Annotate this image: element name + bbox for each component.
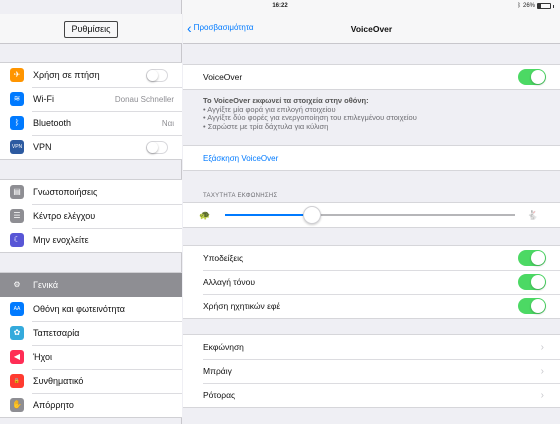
sidebar-item-gear[interactable]: ⚙ Γενικά — [0, 273, 182, 297]
sidebar-item-airplane[interactable]: ✈ Χρήση σε πτήση — [0, 63, 182, 87]
speaking-rate-cell: 🐢 🐇 — [183, 202, 560, 228]
speaking-rate-slider[interactable]: 🐢 🐇 — [183, 203, 560, 227]
privacy-icon: ✋ — [10, 398, 24, 412]
chevron-right-icon: › — [540, 341, 544, 353]
sidebar-item-label: Wi-Fi — [33, 94, 54, 104]
sidebar-item-label: Χρήση σε πτήση — [33, 70, 100, 80]
settings-link-label: Μπράιγ — [203, 366, 232, 376]
voiceover-panel: ‹ Προσβασιμότητα VoiceOver VoiceOver Το … — [183, 0, 560, 424]
notifications-icon: ▤ — [10, 185, 24, 199]
slider-track-filled — [225, 214, 312, 216]
sidebar-item-label: Μην ενοχλείτε — [33, 235, 89, 245]
option-row: Υποδείξεις — [183, 246, 560, 270]
sidebar-item-label: Γνωστοποιήσεις — [33, 187, 98, 197]
practice-cell: Εξάσκηση VoiceOver — [183, 145, 560, 171]
wifi-icon: ≋ — [10, 92, 24, 106]
options-links-cell: Εκφώνηση › Μπράιγ › Ρότορας › — [183, 334, 560, 408]
settings-link-row[interactable]: Μπράιγ › — [183, 359, 560, 383]
sidebar-item-label: Ταπετσαρία — [33, 328, 80, 338]
sidebar-item-value: Donau Schneller — [114, 94, 174, 104]
sidebar-item-notifications[interactable]: ▤ Γνωστοποιήσεις — [0, 180, 182, 204]
sidebar-group-general: ⚙ Γενικά AA Οθόνη και φωτεινότητα ✿ Ταπετσαρί… — [0, 272, 182, 418]
passcode-icon: 🔒 — [10, 374, 24, 388]
option-label: Αλλαγή τόνου — [203, 277, 256, 287]
sidebar-item-control-center[interactable]: ☰ Κέντρο ελέγχου — [0, 204, 182, 228]
toggle-switch[interactable] — [146, 140, 168, 154]
turtle-icon: 🐢 — [199, 210, 211, 220]
settings-link-row[interactable]: Εκφώνηση › — [183, 335, 560, 359]
bluetooth-icon: ᛒ — [10, 116, 24, 130]
sidebar-item-moon[interactable]: ☾ Μην ενοχλείτε — [0, 228, 182, 252]
sidebar-item-wifi[interactable]: ≋ Wi-Fi Donau Schneller — [0, 87, 182, 111]
practice-row[interactable]: Εξάσκηση VoiceOver — [183, 146, 560, 170]
sidebar-item-label: Κέντρο ελέγχου — [33, 211, 96, 221]
option-row: Αλλαγή τόνου — [183, 270, 560, 294]
sidebar-header: Ρυθμίσεις — [0, 14, 182, 44]
speaking-rate-caption: ΤΑΧΥΤΗΤΑ ΕΚΦΩΝΗΣΗΣ — [203, 193, 278, 199]
option-row: Χρήση ηχητικών εφέ — [183, 294, 560, 318]
sidebar-item-label: Γενικά — [33, 280, 59, 290]
display-icon: AA — [10, 302, 24, 316]
settings-link-label: Εκφώνηση — [203, 342, 244, 352]
sounds-icon: ◀ — [10, 350, 24, 364]
chevron-right-icon: › — [540, 365, 544, 377]
sidebar-item-label: VPN — [33, 142, 52, 152]
moon-icon: ☾ — [10, 233, 24, 247]
sidebar-item-sounds[interactable]: ◀ Ήχοι — [0, 345, 182, 369]
toggle-switch[interactable] — [146, 68, 168, 82]
option-switch[interactable] — [518, 274, 546, 290]
sidebar-item-label: Bluetooth — [33, 118, 72, 128]
page-title: VoiceOver — [350, 24, 393, 34]
sidebar-group-system: ▤ Γνωστοποιήσεις ☰ Κέντρο ελέγχου ☾ Μην ενοχλ… — [0, 179, 182, 253]
slider-thumb[interactable] — [303, 206, 321, 224]
airplane-icon: ✈ — [10, 68, 24, 82]
sidebar-item-label: Συνθηματικό — [33, 376, 84, 386]
option-label: Χρήση ηχητικών εφέ — [203, 301, 281, 311]
settings-link-row[interactable]: Ρότορας › — [183, 383, 560, 407]
control-center-icon: ☰ — [10, 209, 24, 223]
sidebar-item-privacy[interactable]: ✋ Απόρρητο — [0, 393, 182, 417]
chevron-right-icon: › — [540, 389, 544, 401]
voiceover-switch[interactable] — [518, 69, 546, 85]
option-switch[interactable] — [518, 298, 546, 314]
sidebar-item-bluetooth[interactable]: ᛒ Bluetooth Ναι — [0, 111, 182, 135]
settings-sidebar: Ρυθμίσεις ✈ Χρήση σε πτήση ≋ Wi-Fi Donau Sch… — [0, 0, 182, 424]
voiceover-description: Το VoiceOver εκφωνεί τα στοιχεία στην οθ… — [203, 96, 417, 131]
sidebar-item-vpn[interactable]: VPN VPN — [0, 135, 182, 159]
voiceover-row: VoiceOver — [183, 65, 560, 89]
option-switch[interactable] — [518, 250, 546, 266]
sidebar-item-passcode[interactable]: 🔒 Συνθηματικό — [0, 369, 182, 393]
options-toggle-cell: Υποδείξεις Αλλαγή τόνου Χρήση ηχητικών εφέ — [183, 245, 560, 319]
sidebar-item-value: Ναι — [161, 118, 174, 128]
wallpaper-icon: ✿ — [10, 326, 24, 340]
sidebar-item-display[interactable]: AA Οθόνη και φωτεινότητα — [0, 297, 182, 321]
sidebar-item-label: Ήχοι — [33, 352, 53, 362]
navigation-bar: ‹ Προσβασιμότητα VoiceOver — [183, 14, 560, 44]
sidebar-item-wallpaper[interactable]: ✿ Ταπετσαρία — [0, 321, 182, 345]
vpn-icon: VPN — [10, 140, 24, 154]
slider-track-empty — [312, 214, 515, 216]
hare-icon: 🐇 — [527, 210, 539, 220]
option-label: Υποδείξεις — [203, 253, 244, 263]
sidebar-title: Ρυθμίσεις — [64, 21, 118, 38]
settings-link-label: Ρότορας — [203, 390, 236, 400]
sidebar-item-label: Οθόνη και φωτεινότητα — [33, 304, 125, 314]
gear-icon: ⚙ — [10, 278, 24, 292]
sidebar-group-connectivity: ✈ Χρήση σε πτήση ≋ Wi-Fi Donau Schneller ᛒ Blu… — [0, 62, 182, 160]
sidebar-item-label: Απόρρητο — [33, 400, 74, 410]
voiceover-toggle-cell: VoiceOver — [183, 64, 560, 90]
practice-link[interactable]: Εξάσκηση VoiceOver — [203, 154, 560, 163]
